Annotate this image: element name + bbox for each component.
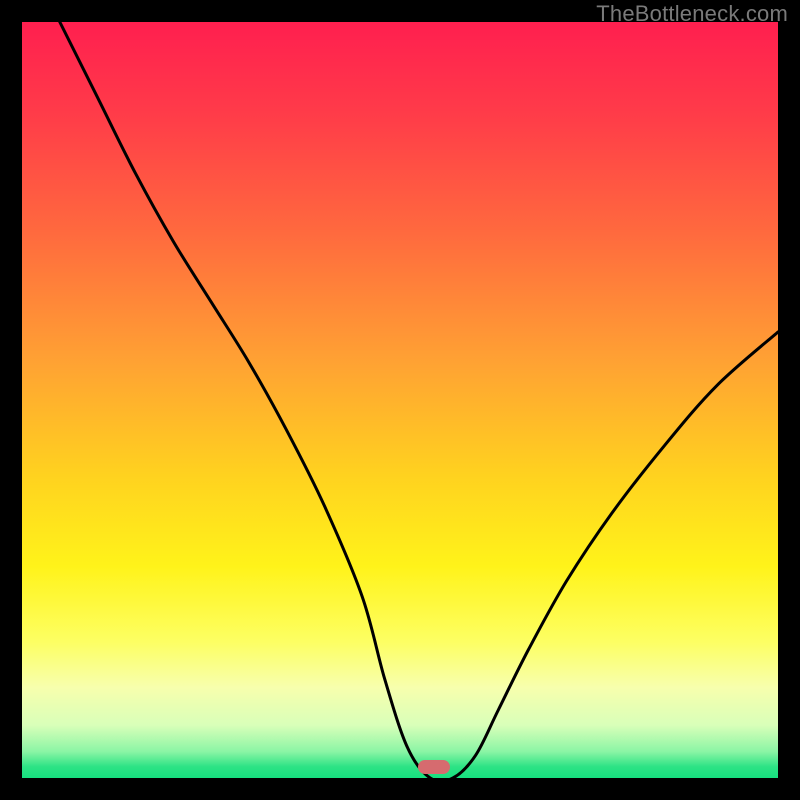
optimum-marker (418, 760, 450, 774)
watermark-text: TheBottleneck.com (596, 1, 788, 27)
chart-frame: TheBottleneck.com (0, 0, 800, 800)
plot-area (22, 22, 778, 778)
bottleneck-curve (22, 22, 778, 778)
